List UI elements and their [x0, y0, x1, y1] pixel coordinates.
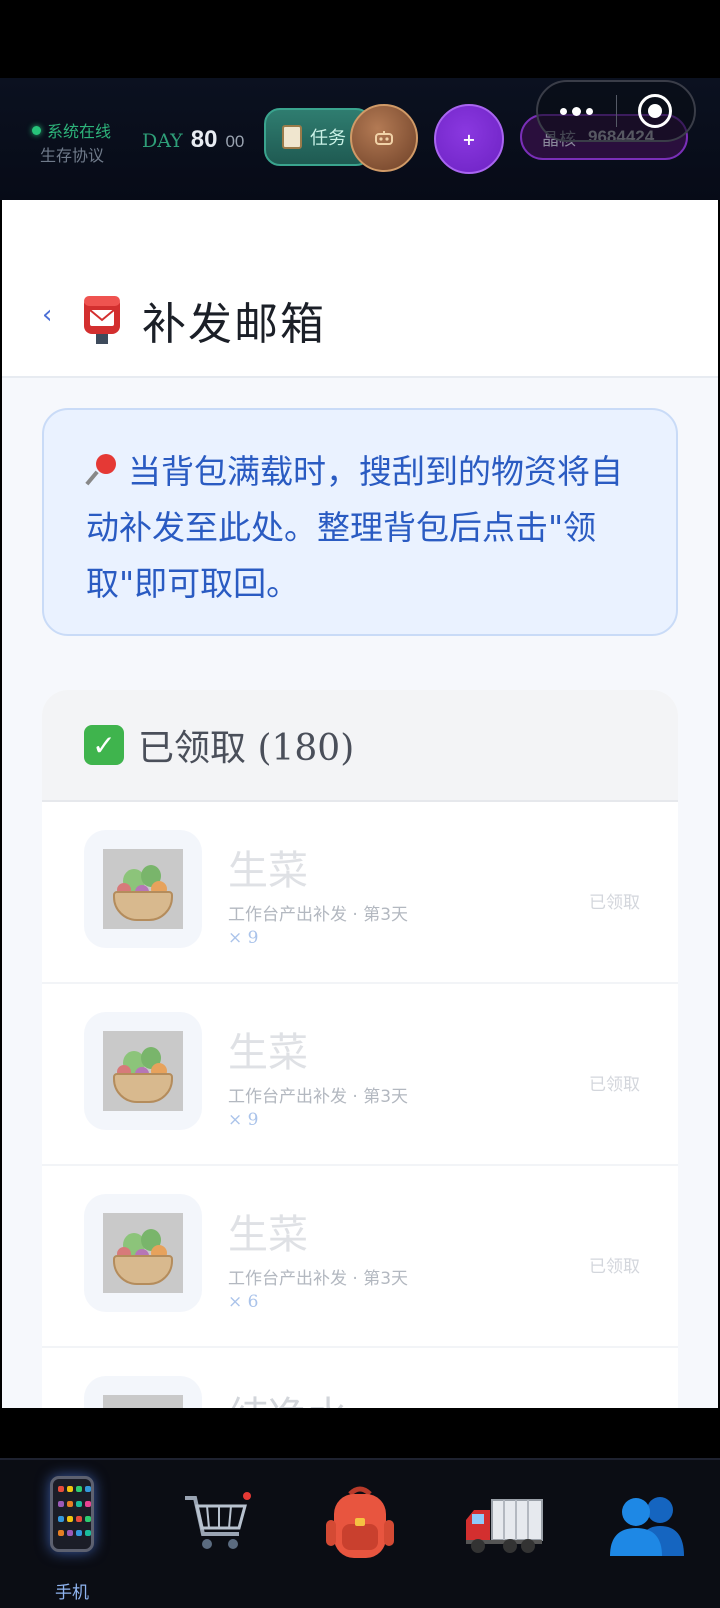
notice-text: 当背包满载时，搜刮到的物资将自动补发至此处。整理背包后点击"领取"即可取回。	[86, 452, 623, 603]
panel-header: ‹ 补发邮箱	[2, 200, 718, 378]
item-meta: 工作台产出补发 · 第3天	[228, 1087, 409, 1107]
system-status: 系统在线 生存协议	[32, 118, 132, 166]
vegetable-basket-icon	[103, 1031, 183, 1111]
item-thumbnail	[84, 1376, 202, 1408]
close-target-icon[interactable]	[617, 94, 695, 128]
top-hud: 系统在线 生存协议 DAY 80 00 任务 + 晶核 9684424	[0, 78, 720, 200]
item-thumbnail	[84, 1194, 202, 1312]
truck-icon	[466, 1499, 543, 1553]
section-title: 已领取 (180)	[138, 728, 355, 769]
more-icon[interactable]	[538, 106, 616, 116]
nav-item-backpack[interactable]	[288, 1460, 432, 1608]
list-item[interactable]: 生菜 工作台产出补发 · 第3天 × 9 已领取	[42, 984, 678, 1166]
day-number: 80	[190, 126, 218, 153]
day-label: DAY	[142, 130, 183, 152]
item-name: 生菜	[228, 1212, 308, 1258]
status-protocol-text: 生存协议	[40, 146, 105, 165]
item-state: 已领取	[589, 1257, 640, 1277]
item-quantity: × 9	[228, 928, 259, 948]
item-thumbnail	[84, 830, 202, 948]
bottom-nav: 手机	[0, 1458, 720, 1608]
robot-icon	[375, 131, 393, 145]
item-name: 纯净水	[228, 1384, 348, 1408]
day-counter: DAY 80 00	[142, 126, 244, 154]
item-thumbnail	[84, 1012, 202, 1130]
item-quantity: × 6	[228, 1292, 259, 1312]
back-button[interactable]: ‹	[42, 300, 52, 330]
bottom-divider-strip	[0, 1408, 720, 1458]
robot-button[interactable]	[350, 104, 418, 172]
list-item[interactable]: 生菜 工作台产出补发 · 第3天 × 6 已领取	[42, 1166, 678, 1348]
page-title: 补发邮箱	[142, 299, 326, 350]
mailbox-panel: ‹ 补发邮箱 当背包满载时，搜刮到的物资将自动补发至此处。整理背包后点击"领取"…	[2, 200, 718, 1408]
item-meta: 工作台产出补发 · 第3天	[228, 1269, 409, 1289]
cart-icon	[185, 1492, 251, 1549]
nav-item-phone[interactable]: 手机	[0, 1460, 144, 1608]
pushpin-icon	[85, 454, 118, 486]
app-screen: 系统在线 生存协议 DAY 80 00 任务 + 晶核 9684424 ‹	[0, 0, 720, 1608]
online-dot-icon	[32, 125, 41, 135]
water-bottle-icon	[103, 1395, 183, 1408]
claimed-section: ✓ 已领取 (180) 生菜 工作台产出补发 · 第3天 × 9 已领取 生菜 …	[42, 690, 678, 1408]
item-state: 已领取	[589, 893, 640, 913]
phone-icon	[50, 1476, 94, 1552]
item-meta: 工作台产出补发 · 第3天	[228, 905, 409, 925]
nav-item-shop[interactable]	[144, 1460, 288, 1608]
status-online-text: 系统在线	[47, 122, 112, 141]
notice-card: 当背包满载时，搜刮到的物资将自动补发至此处。整理背包后点击"领取"即可取回。	[42, 408, 678, 636]
item-name: 生菜	[228, 848, 308, 894]
vegetable-basket-icon	[103, 1213, 183, 1293]
add-button[interactable]: +	[434, 104, 504, 174]
mailbox-icon	[84, 296, 120, 344]
clipboard-icon	[282, 125, 302, 149]
item-name: 生菜	[228, 1030, 308, 1076]
list-item[interactable]: 生菜 工作台产出补发 · 第3天 × 9 已领取	[42, 802, 678, 984]
task-label: 任务	[310, 128, 346, 149]
vegetable-basket-icon	[103, 849, 183, 929]
list-item[interactable]: 纯净水	[42, 1348, 678, 1408]
people-icon	[610, 1497, 684, 1556]
day-sub: 00	[225, 132, 245, 151]
nav-item-truck[interactable]	[432, 1460, 576, 1608]
nav-label-phone: 手机	[55, 1583, 89, 1603]
section-header[interactable]: ✓ 已领取 (180)	[42, 690, 678, 802]
check-mark-icon: ✓	[84, 725, 124, 765]
backpack-icon	[326, 1486, 394, 1558]
miniprogram-capsule	[536, 80, 696, 142]
nav-item-team[interactable]	[576, 1460, 720, 1608]
item-quantity: × 9	[228, 1110, 259, 1130]
item-state: 已领取	[589, 1075, 640, 1095]
